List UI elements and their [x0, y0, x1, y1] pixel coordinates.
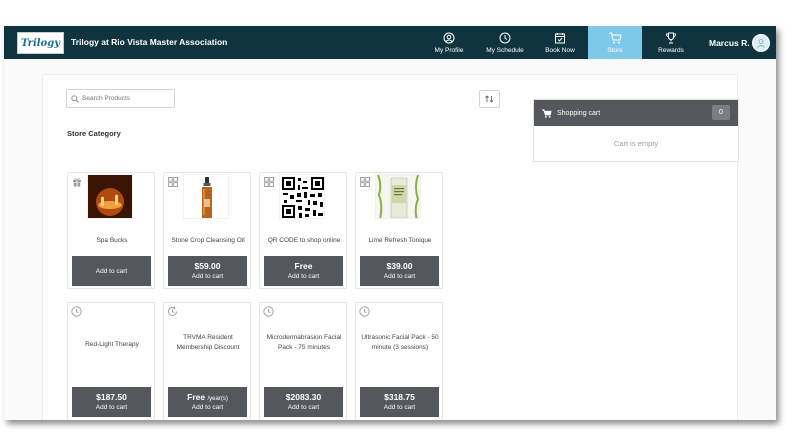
product-image-qr-code	[279, 174, 325, 219]
product-name: TRVMA Resident Membership Discount	[176, 334, 240, 352]
user-circle-icon	[443, 31, 455, 45]
sort-button[interactable]	[479, 90, 500, 108]
cart-empty-message: Cart is empty	[613, 139, 659, 148]
product-name: Spa Bucks	[96, 237, 128, 244]
grid-icon	[167, 176, 178, 187]
trilogy-logo[interactable]: Trilogy	[17, 32, 64, 54]
store-category-heading: Store Category	[67, 129, 121, 138]
product-name: Red-Light Therapy	[85, 341, 139, 348]
cart-count-badge: 0	[712, 105, 730, 120]
search-box[interactable]	[66, 89, 175, 108]
search-icon	[71, 94, 79, 103]
user-name[interactable]: Marcus R.	[709, 38, 750, 48]
add-to-cart-button[interactable]: Free /year(s) Add to cart	[168, 387, 247, 417]
add-to-cart-button[interactable]: Free Add to cart	[264, 256, 343, 286]
grid-icon	[359, 176, 370, 187]
add-to-cart-button[interactable]: $187.50 Add to cart	[72, 387, 151, 417]
gift-icon	[71, 176, 82, 187]
product-price: $39.00	[386, 261, 413, 272]
nav-book-now[interactable]: Book Now	[533, 26, 587, 59]
add-to-cart-button[interactable]: $59.00 Add to cart	[168, 256, 247, 286]
store-panel: Store Category Shopping cart 0 Cart is e…	[42, 74, 739, 420]
product-price: $318.75	[384, 392, 415, 403]
product-name: QR CODE to shop online	[267, 237, 341, 244]
nav-rewards[interactable]: Rewards	[644, 26, 698, 59]
product-price: Free	[294, 261, 313, 272]
product-image-spa	[87, 174, 133, 219]
clock-icon	[263, 306, 274, 317]
shopping-cart-panel: Shopping cart 0 Cart is empty	[533, 99, 739, 162]
nav-my-profile[interactable]: My Profile	[422, 26, 476, 59]
product-price: $59.00	[194, 261, 221, 272]
product-card[interactable]: TRVMA Resident Membership Discount Free …	[163, 302, 251, 420]
cart-icon	[542, 108, 552, 118]
clock-icon	[359, 306, 370, 317]
nav-store[interactable]: Store	[588, 26, 642, 59]
grid-icon	[263, 176, 274, 187]
product-name: Lime Refresh Tonique	[368, 237, 432, 244]
nav-my-schedule[interactable]: My Schedule	[478, 26, 532, 59]
product-price: $2083.30	[285, 392, 322, 403]
app-window: Trilogy Trilogy at Rio Vista Master Asso…	[4, 26, 776, 420]
product-card[interactable]: Lime Refresh Tonique $39.00 Add to cart	[355, 172, 443, 289]
clock-icon	[71, 306, 82, 317]
product-name: Microdermabrasion Facial Pack - 75 minut…	[266, 334, 342, 352]
product-image-tonique	[375, 174, 421, 219]
product-price: Free /year(s)	[187, 392, 228, 403]
add-to-cart-button[interactable]: $39.00 Add to cart	[360, 256, 439, 286]
cart-header[interactable]: Shopping cart 0	[534, 100, 738, 126]
product-card[interactable]: Red-Light Therapy $187.50 Add to cart	[67, 302, 155, 420]
product-card[interactable]: QR CODE to shop online Free Add to cart	[259, 172, 347, 289]
cart-icon	[609, 31, 622, 45]
organization-name: Trilogy at Rio Vista Master Association	[71, 37, 228, 47]
avatar[interactable]	[752, 34, 770, 52]
product-price: $187.50	[96, 392, 127, 403]
product-name: Ultrasonic Facial Pack - 50 minute (3 se…	[361, 334, 439, 352]
trophy-icon	[665, 31, 677, 45]
search-input[interactable]	[82, 95, 172, 102]
add-to-cart-button[interactable]: Add to cart	[72, 256, 151, 286]
product-image-cleansing-oil	[183, 174, 229, 219]
cart-title: Shopping cart	[557, 109, 601, 117]
user-avatar-icon	[757, 39, 765, 48]
product-card[interactable]: Spa Bucks Add to cart	[67, 172, 155, 289]
add-to-cart-button[interactable]: $318.75 Add to cart	[360, 387, 439, 417]
product-card[interactable]: Ultrasonic Facial Pack - 50 minute (3 se…	[355, 302, 443, 420]
product-card[interactable]: Stone Crop Cleansing Oil $59.00 Add to c…	[163, 172, 251, 289]
clock-icon	[499, 31, 511, 45]
product-name: Stone Crop Cleansing Oil	[171, 237, 245, 244]
sort-icon	[485, 95, 494, 103]
refresh-clock-icon	[167, 306, 178, 317]
product-card[interactable]: Microdermabrasion Facial Pack - 75 minut…	[259, 302, 347, 420]
calendar-check-icon	[554, 31, 566, 45]
top-navigation-bar: Trilogy Trilogy at Rio Vista Master Asso…	[4, 26, 776, 59]
add-to-cart-button[interactable]: $2083.30 Add to cart	[264, 387, 343, 417]
